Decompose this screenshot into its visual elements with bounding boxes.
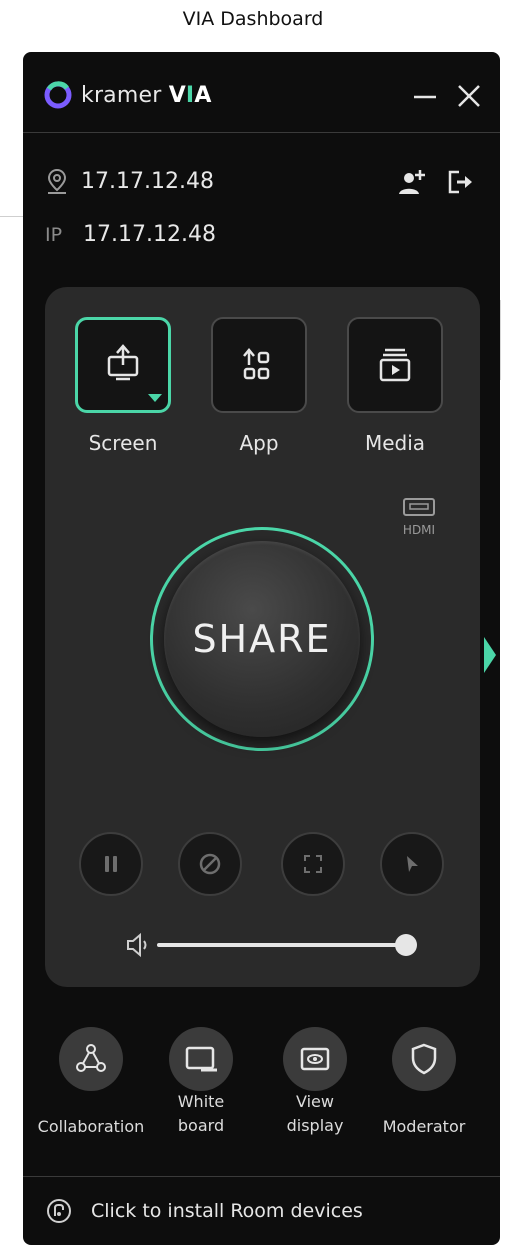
share-label: SHARE [192,617,332,661]
via-panel: kramer VIA 17.17.12.48 IP 17.17.12.48 Sc… [23,52,500,1245]
collaboration-icon [76,1044,106,1072]
source-screen-label: Screen [88,431,158,455]
screen-dropdown-indicator[interactable] [148,394,162,402]
kramer-logo-icon [44,81,72,109]
source-media-button[interactable] [347,317,443,413]
pause-icon [105,856,117,872]
logo-text: kramer VIA [81,83,212,108]
collaboration-label: Collaboration [23,1115,166,1139]
add-participant-button[interactable] [395,165,429,199]
room-devices-icon [47,1199,71,1223]
footer-divider [23,1176,500,1177]
share-button-face: SHARE [164,541,360,737]
logout-button[interactable] [443,165,477,199]
collaboration-button[interactable] [59,1027,123,1091]
whiteboard-label: White board [151,1090,251,1138]
ip-row: IP 17.17.12.48 [45,222,216,247]
pointer-button[interactable] [380,832,444,896]
hdmi-icon [403,498,435,516]
pause-button[interactable] [79,832,143,896]
moderator-icon [411,1043,437,1075]
location-value: 17.17.12.48 [81,168,214,194]
header-divider [23,132,500,133]
volume-slider-track[interactable] [157,943,405,947]
hdmi-button[interactable]: HDMI [395,497,443,537]
volume-icon [127,932,147,958]
fullscreen-button[interactable] [281,832,345,896]
share-card: Screen App Media HDMI SHARE [45,287,480,987]
pointer-icon [407,856,418,872]
moderator-button[interactable] [392,1027,456,1091]
moderator-label: Moderator [364,1115,484,1139]
stop-icon [199,853,221,875]
footer-text: Click to install Room devices [91,1200,363,1222]
product-a: A [194,82,212,108]
source-screen-button[interactable] [75,317,171,413]
ip-label: IP [45,223,63,246]
logout-icon [448,170,472,194]
add-user-icon [399,170,425,194]
view-display-label-line2: display [286,1116,344,1135]
brand-text: kramer [81,82,162,108]
whiteboard-button[interactable] [169,1027,233,1091]
fullscreen-icon [304,855,322,873]
location-row: 17.17.12.48 [45,167,214,195]
guide-line [500,300,501,380]
share-button[interactable]: SHARE [150,527,374,751]
location-pin-icon [47,168,67,194]
view-display-button[interactable] [283,1027,347,1091]
page-title: VIA Dashboard [182,8,324,30]
screen-share-icon [107,344,139,381]
collaboration-label-text: Collaboration [37,1117,145,1136]
close-button[interactable] [451,78,487,114]
minimize-icon [414,95,436,99]
minimize-button[interactable] [407,78,443,114]
moderator-label-text: Moderator [382,1117,466,1136]
app-share-icon [243,348,270,380]
whiteboard-label-line1: White [177,1092,225,1111]
stop-button[interactable] [178,832,242,896]
whiteboard-icon [185,1046,217,1072]
source-media-label: Media [364,431,426,455]
kramer-via-logo: kramer VIA [43,80,212,110]
volume-slider-handle[interactable] [395,934,417,956]
ip-value: 17.17.12.48 [83,222,216,247]
source-app-label: App [239,431,279,455]
media-share-icon [379,348,411,382]
view-display-icon [300,1047,330,1071]
view-display-label: View display [265,1090,365,1138]
hdmi-label: HDMI [402,523,436,537]
whiteboard-label-line2: board [177,1116,225,1135]
install-room-devices-link[interactable]: Click to install Room devices [45,1197,363,1225]
close-icon [458,85,480,107]
expand-arrow-icon[interactable] [484,637,496,673]
source-app-button[interactable] [211,317,307,413]
product-v: V [168,82,186,108]
view-display-label-line1: View [296,1092,334,1111]
